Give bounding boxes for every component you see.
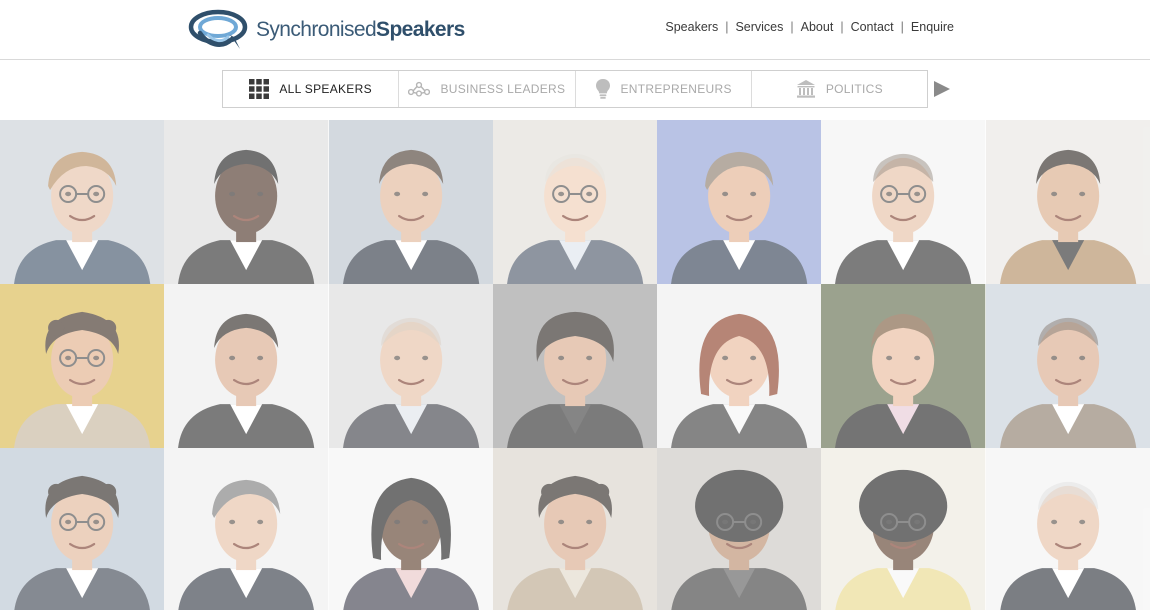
speaker-portrait: [821, 284, 986, 448]
lightbulb-icon: [595, 79, 610, 99]
speaker-tile[interactable]: [985, 284, 1150, 448]
government-building-icon: [796, 80, 815, 98]
speaker-tile[interactable]: [164, 120, 329, 284]
grid-icon: [249, 79, 270, 99]
speaker-tile[interactable]: [821, 120, 986, 284]
speaker-portrait: [985, 284, 1150, 448]
speaker-tile[interactable]: [492, 284, 658, 448]
speaker-tile[interactable]: [164, 284, 329, 448]
nav-link-about[interactable]: About: [801, 20, 834, 34]
speaker-tile[interactable]: [821, 448, 986, 610]
speaker-tile[interactable]: [985, 448, 1150, 610]
speaker-portrait: [821, 448, 986, 610]
category-filter-bar: ALL SPEAKERS BUSINESS LEADERS ENTREPRENE…: [222, 70, 928, 108]
nav-link-speakers[interactable]: Speakers: [665, 20, 718, 34]
category-label: ENTREPRENEURS: [620, 82, 732, 96]
nav-link-contact[interactable]: Contact: [851, 20, 894, 34]
nav-separator: |: [840, 20, 844, 34]
speaker-portrait: [0, 120, 165, 284]
logo-name-light: Synchronised: [256, 18, 377, 41]
speaker-tile[interactable]: [657, 120, 822, 284]
nav-separator: |: [725, 20, 729, 34]
speaker-portrait: [492, 120, 658, 284]
top-navigation: Speakers | Services | About | Contact | …: [665, 20, 954, 34]
category-tab-entrepreneurs[interactable]: ENTREPRENEURS: [576, 71, 752, 107]
speaker-tile[interactable]: [0, 120, 165, 284]
speaker-portrait: [492, 448, 658, 610]
speaker-portrait: [164, 120, 329, 284]
speaker-tile[interactable]: [492, 448, 658, 610]
category-label: ALL SPEAKERS: [279, 82, 372, 96]
speaker-photo-grid: [0, 120, 1150, 610]
speaker-portrait: [164, 284, 329, 448]
speaker-portrait: [657, 284, 822, 448]
speaker-tile[interactable]: [985, 120, 1150, 284]
category-tab-business-leaders[interactable]: BUSINESS LEADERS: [399, 71, 576, 107]
speaker-tile[interactable]: [657, 448, 822, 610]
nav-separator: |: [900, 20, 904, 34]
speaker-tile[interactable]: [492, 120, 658, 284]
play-arrow-icon[interactable]: [933, 80, 951, 98]
speaker-tile[interactable]: [328, 448, 493, 610]
speaker-portrait: [985, 448, 1150, 610]
speaker-portrait: [821, 120, 986, 284]
category-label: BUSINESS LEADERS: [440, 82, 566, 96]
speaker-portrait: [164, 448, 329, 610]
speaker-tile[interactable]: [0, 448, 165, 610]
speaker-portrait: [0, 284, 165, 448]
logo-name-bold: Speakers: [376, 18, 465, 41]
speaker-portrait: [328, 284, 493, 448]
logo-swirl-icon: [188, 9, 248, 49]
nav-link-services[interactable]: Services: [735, 20, 783, 34]
speaker-tile[interactable]: [821, 284, 986, 448]
speaker-tile[interactable]: [328, 284, 493, 448]
speaker-portrait: [657, 120, 822, 284]
speaker-portrait: [985, 120, 1150, 284]
nav-link-enquire[interactable]: Enquire: [911, 20, 954, 34]
site-logo[interactable]: SynchronisedSpeakers: [186, 5, 465, 55]
site-header: SynchronisedSpeakers Speakers | Services…: [0, 0, 1150, 60]
category-tab-all-speakers[interactable]: ALL SPEAKERS: [223, 71, 400, 107]
logo-wordmark: SynchronisedSpeakers: [256, 18, 465, 42]
speaker-tile[interactable]: [0, 284, 165, 448]
category-label: POLITICS: [825, 82, 883, 96]
speaker-portrait: [328, 120, 493, 284]
speaker-portrait: [657, 448, 822, 610]
speaker-tile[interactable]: [657, 284, 822, 448]
speaker-portrait: [492, 284, 658, 448]
speaker-tile[interactable]: [164, 448, 329, 610]
speaker-portrait: [328, 448, 493, 610]
speaker-tile[interactable]: [328, 120, 493, 284]
speaker-portrait: [0, 448, 165, 610]
category-tab-politics[interactable]: POLITICS: [752, 71, 927, 107]
nav-separator: |: [790, 20, 794, 34]
network-icon: [408, 81, 431, 97]
